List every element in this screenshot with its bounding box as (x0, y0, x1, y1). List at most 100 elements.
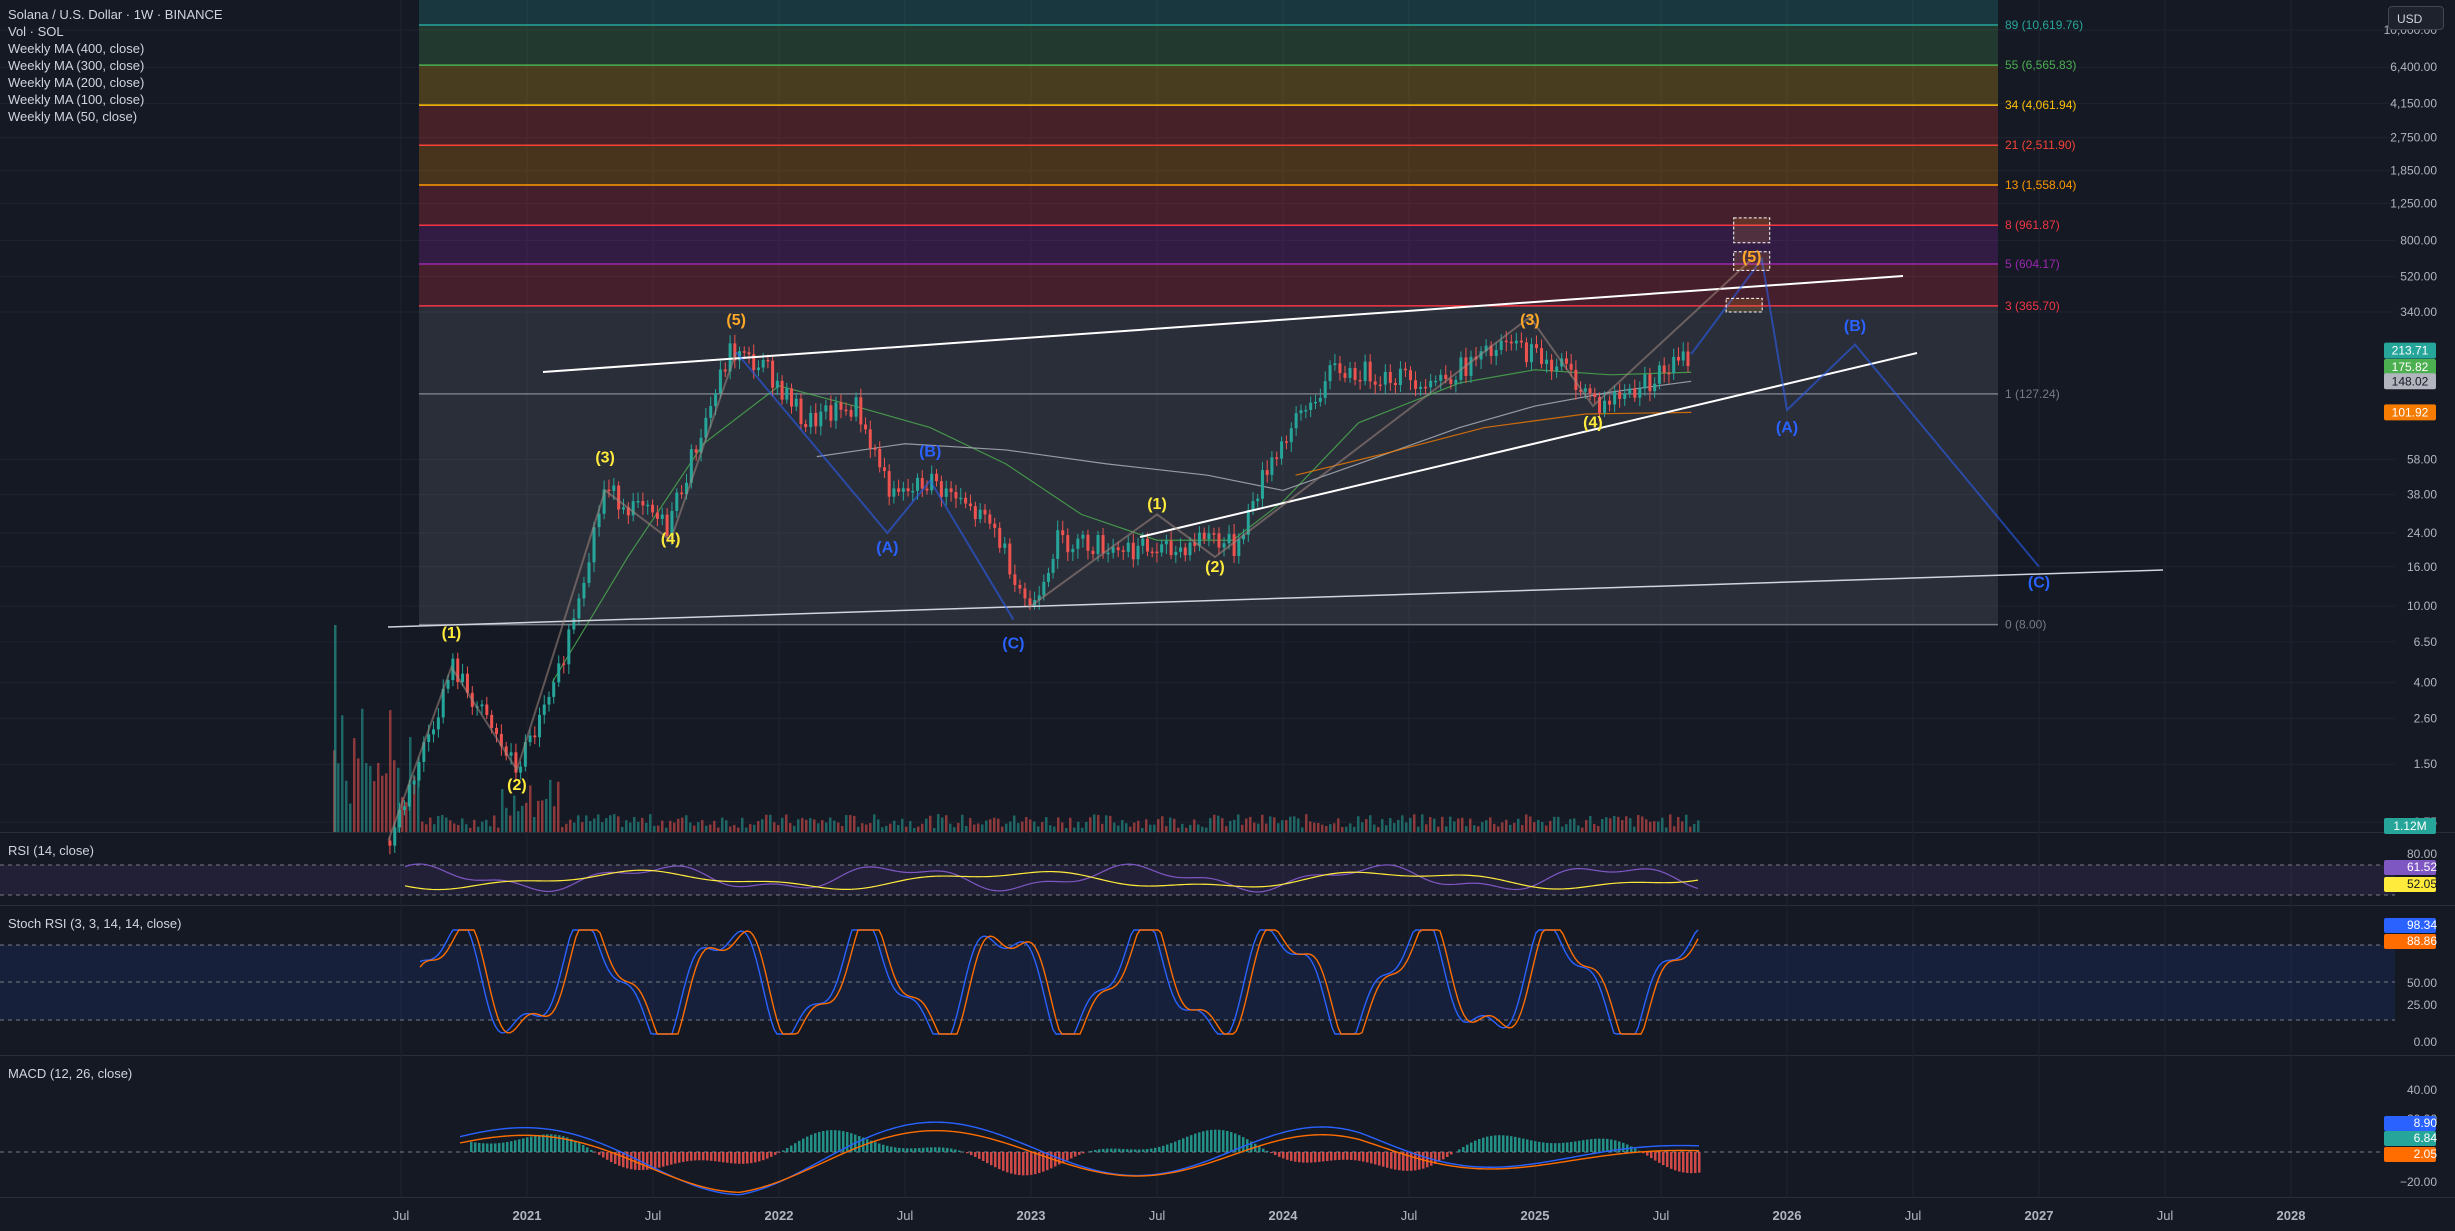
volume-bar (1133, 822, 1136, 832)
wave-label: (1) (1147, 496, 1167, 513)
volume-bar (1505, 819, 1508, 832)
volume-bar (1405, 822, 1408, 832)
candle-body (1628, 388, 1632, 394)
time-tick-label: 2024 (1269, 1208, 1299, 1223)
time-tick-label: Jul (2157, 1208, 2174, 1223)
macd-histogram-bar (1102, 1148, 1105, 1152)
candle-body (1353, 367, 1357, 380)
volume-bar (1585, 819, 1588, 832)
candle-body (790, 388, 794, 407)
macd-histogram-bar (1194, 1133, 1197, 1152)
macd-histogram-bar (942, 1147, 945, 1152)
volume-bar (757, 821, 760, 832)
candle-body (655, 512, 659, 519)
macd-histogram-bar (1118, 1148, 1121, 1152)
macd-histogram-bar (694, 1152, 697, 1161)
volume-bar (813, 819, 816, 832)
volume-bar (729, 826, 732, 832)
macd-histogram-bar (1562, 1142, 1565, 1152)
volume-bar (1141, 827, 1144, 832)
candle-body (804, 424, 808, 428)
currency-button[interactable]: USD (2388, 6, 2444, 30)
volume-bar (957, 822, 960, 832)
candle-body (742, 351, 746, 353)
volume-bar (969, 818, 972, 832)
legend-ma-100[interactable]: Weekly MA (100, close) (8, 91, 223, 108)
candle-body (646, 504, 650, 507)
macd-histogram-bar (866, 1139, 869, 1152)
volume-bar (873, 814, 876, 832)
volume-bar (657, 825, 660, 832)
volume-bar (609, 815, 612, 832)
rsi-pane-title[interactable]: RSI (14, close) (8, 843, 94, 858)
macd-histogram-bar (798, 1140, 801, 1152)
volume-bar (1397, 819, 1400, 832)
candle-body (1388, 371, 1392, 383)
macd-histogram-bar (1490, 1135, 1493, 1152)
legend-ma-400[interactable]: Weekly MA (400, close) (8, 40, 223, 57)
wave-label: (C) (1002, 636, 1024, 653)
candle-body (1202, 532, 1206, 540)
wave-label: (2) (507, 777, 527, 794)
volume-bar (985, 820, 988, 832)
macd-histogram-bar (1446, 1152, 1449, 1157)
volume-bar (693, 825, 696, 832)
macd-histogram-bar (742, 1152, 745, 1164)
volume-bar (965, 825, 968, 832)
legend-ma-300[interactable]: Weekly MA (300, close) (8, 57, 223, 74)
symbol-title[interactable]: Solana / U.S. Dollar · 1W · BINANCE (8, 6, 223, 23)
candle-body (859, 397, 863, 425)
macd-histogram-bar (1182, 1138, 1185, 1152)
macd-histogram-bar (1150, 1148, 1153, 1152)
volume-bar (1389, 818, 1392, 832)
legend-ma-50[interactable]: Weekly MA (50, close) (8, 108, 223, 125)
volume-bar (1185, 827, 1188, 832)
candle-body (1613, 391, 1617, 405)
macd-histogram-bar (1342, 1152, 1345, 1160)
volume-bar (1425, 824, 1428, 832)
macd-histogram-bar (890, 1146, 893, 1152)
volume-bar (1669, 814, 1672, 832)
volume-bar (1381, 819, 1384, 832)
candle-body (959, 497, 963, 500)
time-tick-label: Jul (897, 1208, 914, 1223)
macd-line (459, 1121, 1700, 1196)
macd-histogram-bar (1146, 1149, 1149, 1152)
stochrsi-pane-title[interactable]: Stoch RSI (3, 3, 14, 14, close) (8, 916, 181, 931)
candle-body (1333, 363, 1337, 366)
volume-bar (649, 814, 652, 832)
macd-histogram-bar (474, 1142, 477, 1152)
volume-bar (341, 715, 344, 832)
volume-bar (1369, 815, 1372, 832)
volume-bar (549, 779, 552, 832)
volume-bar (1657, 821, 1660, 832)
volume-bar (1121, 819, 1124, 832)
candle-body (436, 717, 440, 730)
macd-histogram-bar (834, 1130, 837, 1152)
candle-body (1469, 356, 1473, 376)
volume-bar (977, 823, 980, 832)
volume-bar (661, 820, 664, 832)
macd-histogram-bar (766, 1152, 769, 1159)
wave-label: (5) (1742, 249, 1762, 266)
macd-histogram-bar (1258, 1146, 1261, 1152)
volume-bar (1073, 827, 1076, 832)
fib-level-label: 8 (961.87) (2005, 218, 2060, 232)
volume-bar (637, 821, 640, 832)
macd-histogram-bar (1142, 1149, 1145, 1152)
volume-bar (953, 827, 956, 832)
candle-body (587, 562, 591, 583)
macd-histogram-bar (1690, 1152, 1693, 1174)
macd-histogram-bar (1514, 1136, 1517, 1152)
macd-pane-title[interactable]: MACD (12, 26, close) (8, 1066, 132, 1081)
chart-canvas[interactable]: 144 (17,177.59)89 (10,619.76)55 (6,565.8… (0, 0, 2455, 1231)
macd-histogram-bar (930, 1147, 933, 1152)
legend-ma-200[interactable]: Weekly MA (200, close) (8, 74, 223, 91)
volume-bar (745, 827, 748, 832)
volume-bar (1277, 823, 1280, 832)
pane-separator (0, 905, 2455, 906)
candle-body (542, 704, 546, 715)
legend-volume[interactable]: Vol · SOL (8, 23, 223, 40)
macd-histogram-bar (858, 1136, 861, 1152)
candle-body (495, 727, 499, 734)
